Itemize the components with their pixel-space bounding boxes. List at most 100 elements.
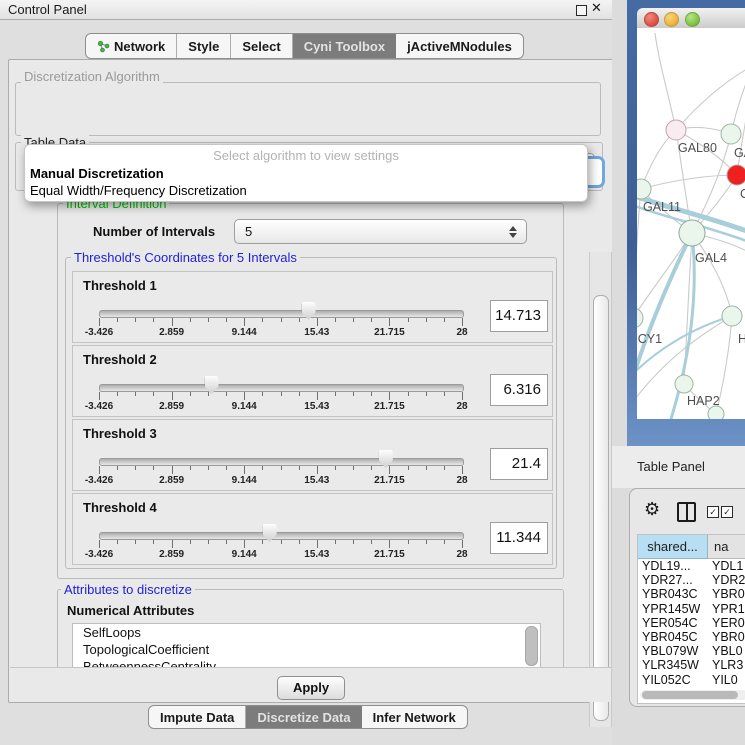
tab-label: Network (114, 39, 165, 54)
table-row[interactable]: YDR27...YDR2 (638, 573, 745, 587)
table-row[interactable]: YBR043C YBR0 (638, 587, 745, 601)
tab-infer-network[interactable]: Infer Network (362, 706, 467, 728)
cell-name: YBR0 (712, 587, 745, 601)
scale-label: 2.859 (159, 549, 184, 560)
threshold-value-field[interactable]: 14.713 (490, 300, 548, 332)
gear-icon[interactable]: ⚙ (644, 500, 660, 518)
cell-shared-name: YDL19... (642, 559, 691, 573)
network-node-gal80[interactable] (666, 120, 686, 140)
slider-track[interactable] (99, 532, 464, 540)
panel-title: Control Panel (8, 2, 87, 17)
attribute-list-item[interactable]: BetweennessCentrality (73, 658, 540, 667)
scale-label: 28 (456, 401, 467, 412)
column-header-shared-name[interactable]: shared... (638, 535, 708, 559)
network-node-gal4[interactable] (679, 220, 705, 246)
table-row[interactable]: YER054CYER0 (638, 616, 745, 630)
tab-network[interactable]: Network (86, 34, 176, 58)
main-scrollbar-thumb[interactable] (593, 295, 609, 721)
scale-label: 15.43 (304, 475, 329, 486)
attribute-list-item[interactable]: TopologicalCoefficient (73, 641, 540, 658)
network-edge (641, 175, 737, 189)
cell-shared-name: YBL079W (642, 644, 698, 658)
table-row[interactable]: YBL079WYBL0 (638, 644, 745, 658)
numerical-attributes-list[interactable]: SelfLoopsTopologicalCoefficientBetweenne… (72, 623, 541, 667)
minimize-traffic-light[interactable] (664, 12, 679, 27)
table-row[interactable]: YLR345WYLR3 (638, 658, 745, 672)
attribute-list-item[interactable]: SelfLoops (73, 624, 540, 641)
tab-jactivemnodules[interactable]: jActiveMNodules (396, 34, 523, 58)
tab-label: Discretize Data (257, 710, 350, 725)
apply-bar: Apply (10, 667, 611, 702)
scale-label: -3.426 (85, 327, 113, 338)
table-horizontal-scrollbar[interactable] (640, 690, 745, 700)
cell-shared-name: YBR043C (642, 587, 698, 601)
column-header-name[interactable]: na (708, 535, 745, 559)
scale-label: 15.43 (304, 327, 329, 338)
list-scrollbar[interactable] (525, 626, 538, 666)
algorithm-dropdown-popup: Select algorithm to view settings Manual… (24, 144, 588, 202)
cell-name: YPR1 (712, 602, 745, 616)
table-panel-header: Table Panel (612, 446, 745, 488)
tab-label: Select (242, 39, 280, 54)
threshold-row-2: Threshold 2-3.4262.8599.14415.4321.71528… (72, 345, 553, 417)
network-node-h[interactable] (722, 306, 742, 326)
scale-label: 9.144 (232, 401, 257, 412)
table-row[interactable]: YIL052CYIL0 (638, 673, 745, 687)
columns-icon[interactable] (677, 502, 696, 522)
cell-name: YIL0 (712, 673, 738, 687)
slider-track[interactable] (99, 384, 464, 392)
threshold-row-4: Threshold 4-3.4262.8599.14415.4321.71528… (72, 493, 553, 565)
settings-scroll-area: Interval Definition Number of Intervals … (15, 191, 585, 667)
network-node-hap2[interactable] (675, 375, 693, 393)
threshold-label: Threshold 2 (83, 352, 157, 367)
close-traffic-light[interactable] (644, 12, 659, 27)
network-window-titlebar[interactable] (637, 8, 745, 29)
network-canvas[interactable]: GAL80GACGAL11GAL4GCY1HHAP2 (637, 28, 745, 419)
select-all-checkbox-icon[interactable]: ✓ (707, 506, 719, 518)
node-label: GAL4 (695, 251, 727, 265)
main-scrollbar-track[interactable] (589, 252, 612, 727)
numerical-attributes-label: Numerical Attributes (67, 603, 194, 618)
slider-track[interactable] (99, 310, 464, 318)
network-node-c[interactable] (727, 165, 745, 185)
algorithm-group-title: Discretization Algorithm (21, 69, 163, 84)
attributes-title: Attributes to discretize (61, 582, 195, 597)
cell-shared-name: YDR27... (642, 573, 693, 587)
cell-name: YBR0 (712, 630, 745, 644)
dropdown-option-equal-width[interactable]: Equal Width/Frequency Discretization (25, 182, 587, 199)
table-row[interactable]: YDL19...YDL1 (638, 559, 745, 573)
dropdown-placeholder: Select algorithm to view settings (25, 145, 587, 165)
num-intervals-spinner[interactable]: 5 (234, 219, 527, 244)
scale-label: 21.715 (374, 549, 405, 560)
threshold-value-field[interactable]: 21.4 (490, 448, 548, 480)
tab-impute-data[interactable]: Impute Data (149, 706, 245, 728)
select-none-checkbox-icon[interactable]: ✓ (721, 506, 733, 518)
apply-button[interactable]: Apply (277, 676, 345, 700)
threshold-value-field[interactable]: 6.316 (490, 374, 548, 406)
tab-label: jActiveMNodules (407, 39, 512, 54)
network-view-window[interactable]: GAL80GACGAL11GAL4GCY1HHAP2 (627, 0, 745, 446)
network-node[interactable] (708, 406, 724, 419)
table-panel-title: Table Panel (637, 459, 705, 474)
tab-style[interactable]: Style (176, 34, 230, 58)
scale-label: 9.144 (232, 475, 257, 486)
node-table: shared... na YDL19...YDL1YDR27...YDR2YBR… (637, 534, 745, 704)
close-icon[interactable]: ✕ (591, 0, 602, 16)
network-node-gal11[interactable] (637, 179, 651, 199)
network-node-ga[interactable] (721, 124, 741, 144)
scale-label: 9.144 (232, 327, 257, 338)
network-node-gcy1[interactable] (637, 308, 643, 328)
tab-select[interactable]: Select (230, 34, 291, 58)
tab-cyni-toolbox[interactable]: Cyni Toolbox (292, 34, 396, 58)
table-row[interactable]: YPR145WYPR1 (638, 602, 745, 616)
scale-label: 2.859 (159, 475, 184, 486)
slider-track[interactable] (99, 458, 464, 466)
table-panel: ⚙ ✓ ✓ shared... na YDL19...YDL1YDR27...Y… (629, 488, 745, 707)
table-row[interactable]: YBR045CYBR0 (638, 630, 745, 644)
zoom-traffic-light[interactable] (685, 12, 700, 27)
float-window-icon[interactable] (576, 5, 587, 16)
threshold-value-field[interactable]: 11.344 (490, 522, 548, 554)
tab-discretize-data[interactable]: Discretize Data (245, 706, 361, 728)
dropdown-option-manual[interactable]: Manual Discretization (25, 165, 587, 182)
spinner-stepper-icon[interactable] (509, 226, 517, 238)
